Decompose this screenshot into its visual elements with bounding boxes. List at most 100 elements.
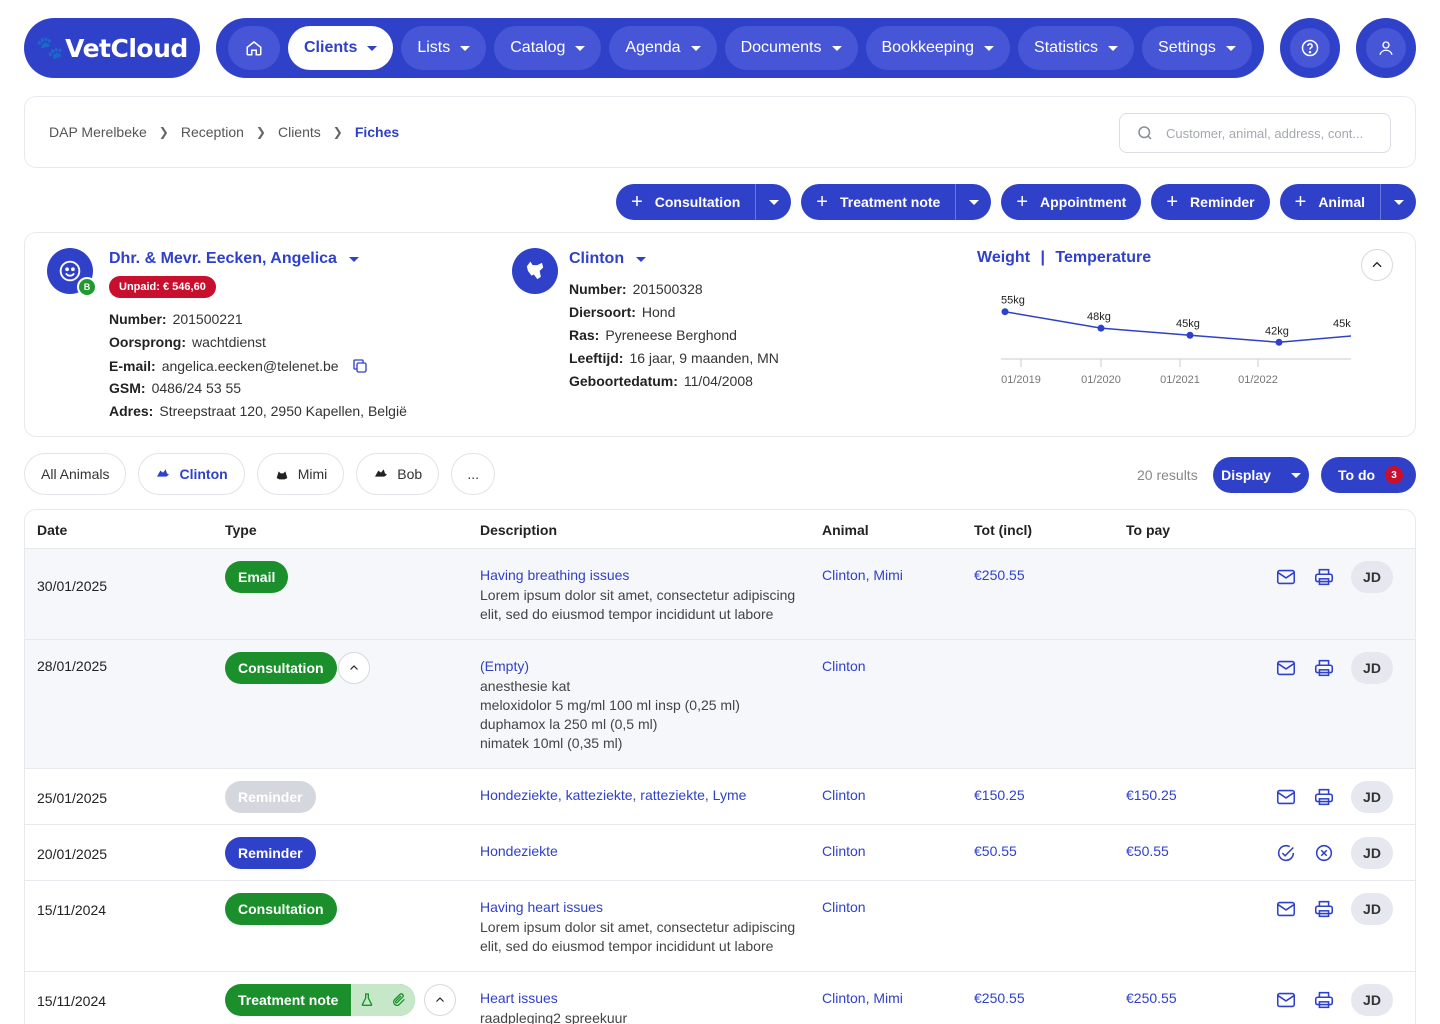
print-icon[interactable]	[1313, 898, 1335, 920]
table-row[interactable]: 30/01/2025 Email Having breathing issues…	[25, 549, 1415, 640]
breadcrumb-item[interactable]: DAP Merelbeke	[49, 124, 147, 140]
col-description[interactable]: Description	[480, 522, 557, 538]
plus-icon: +	[1016, 191, 1029, 213]
vetcloud-logo[interactable]: 🐾 VetCloud	[24, 18, 200, 78]
description-title[interactable]: Hondeziekte, katteziekte, ratteziekte, L…	[480, 787, 746, 803]
client-name-dropdown[interactable]: Dhr. & Mevr. Eecken, Angelica	[109, 250, 359, 268]
filter-animal-bob[interactable]: Bob	[356, 453, 440, 495]
table-row[interactable]: 25/01/2025 Reminder Hondeziekte, kattezi…	[25, 769, 1415, 825]
add-treatment-note-button[interactable]: + Treatment note	[801, 184, 955, 220]
description-title[interactable]: (Empty)	[480, 658, 740, 674]
filter-animal-mimi[interactable]: Mimi	[256, 453, 345, 495]
animal-number: Number: 201500328	[569, 281, 703, 297]
filter-more-button[interactable]: ...	[451, 453, 496, 495]
animal-age: Leeftijd: 16 jaar, 9 maanden, MN	[569, 350, 779, 366]
display-dropdown[interactable]: Display	[1213, 457, 1309, 493]
row-total: €250.55	[974, 990, 1025, 1006]
cat-icon	[276, 471, 288, 480]
unpaid-badge[interactable]: Unpaid: € 546,60	[109, 276, 216, 298]
col-to-pay[interactable]: To pay	[1126, 522, 1170, 538]
nav-catalog[interactable]: Catalog	[494, 26, 602, 70]
user-icon	[1379, 41, 1393, 55]
description-title[interactable]: Having heart issues	[480, 899, 795, 915]
table-row[interactable]: 15/11/2024 Consultation Having heart iss…	[25, 881, 1415, 972]
user-initials-badge[interactable]: JD	[1351, 561, 1393, 593]
col-total[interactable]: Tot (incl)	[974, 522, 1032, 538]
nav-statistics[interactable]: Statistics	[1018, 26, 1135, 70]
col-animal[interactable]: Animal	[822, 522, 869, 538]
animal-split-button: + Animal	[1279, 184, 1416, 220]
row-animal[interactable]: Clinton	[822, 843, 866, 859]
filter-all-animals[interactable]: All Animals	[24, 453, 127, 495]
print-icon[interactable]	[1313, 786, 1335, 808]
check-icon[interactable]	[1275, 842, 1297, 864]
description-title[interactable]: Having breathing issues	[480, 567, 795, 583]
mail-icon[interactable]	[1275, 786, 1297, 808]
user-initials-badge[interactable]: JD	[1351, 893, 1393, 925]
collapse-card-button[interactable]	[1361, 249, 1393, 281]
type-badge: Treatment note	[225, 984, 416, 1016]
print-icon[interactable]	[1313, 566, 1335, 588]
mail-icon[interactable]	[1275, 898, 1297, 920]
animal-name-dropdown[interactable]: Clinton	[569, 250, 647, 268]
home-button[interactable]	[228, 26, 280, 70]
temperature-tab[interactable]: Temperature	[1055, 249, 1151, 266]
plus-icon: +	[1294, 191, 1307, 213]
mail-icon[interactable]	[1275, 657, 1297, 679]
nav-documents[interactable]: Documents	[724, 26, 858, 70]
search-input[interactable]	[1166, 125, 1376, 141]
copy-icon[interactable]	[351, 357, 369, 375]
col-date[interactable]: Date	[37, 522, 67, 538]
consultation-dropdown[interactable]	[755, 184, 791, 220]
row-animal[interactable]: Clinton, Mimi	[822, 990, 903, 1006]
user-initials-badge[interactable]: JD	[1351, 984, 1393, 1016]
weight-chart: 01/2019 01/2020 01/2021 01/2022 55kg 48kg 45kg…	[1001, 295, 1351, 386]
add-consultation-button[interactable]: + Consultation	[616, 184, 755, 220]
mail-icon[interactable]	[1275, 989, 1297, 1011]
help-button[interactable]	[1280, 18, 1340, 78]
chevron-down-icon	[1393, 199, 1404, 205]
breadcrumb-item[interactable]: Clients	[278, 124, 321, 140]
expand-row-button[interactable]	[424, 984, 456, 1016]
todo-button[interactable]: To do 3	[1321, 457, 1416, 493]
weight-tab[interactable]: Weight	[977, 249, 1030, 266]
expand-row-button[interactable]	[338, 652, 370, 684]
row-animal[interactable]: Clinton	[822, 658, 866, 674]
table-row[interactable]: 28/01/2025 Consultation (Empty) anesthes…	[25, 640, 1415, 769]
animal-avatar	[512, 248, 558, 294]
nav-clients[interactable]: Clients	[288, 26, 394, 70]
print-icon[interactable]	[1313, 989, 1335, 1011]
add-reminder-button[interactable]: + Reminder	[1151, 184, 1270, 220]
table-row[interactable]: 20/01/2025 Reminder Hondeziekte Clinton …	[25, 825, 1415, 881]
table-row[interactable]: 15/11/2024 Treatment note Heart issues r…	[25, 972, 1415, 1024]
filter-animal-clinton[interactable]: Clinton	[138, 453, 245, 495]
chevron-down-icon	[768, 199, 779, 205]
nav-settings[interactable]: Settings	[1142, 26, 1252, 70]
description-title[interactable]: Heart issues	[480, 990, 627, 1006]
row-animal[interactable]: Clinton	[822, 899, 866, 915]
add-animal-button[interactable]: + Animal	[1280, 184, 1380, 220]
print-icon[interactable]	[1313, 657, 1335, 679]
type-badge: Reminder	[225, 781, 316, 813]
breadcrumb-item[interactable]: Reception	[181, 124, 244, 140]
treatment-note-split-button: + Treatment note	[801, 184, 992, 220]
nav-agenda[interactable]: Agenda	[609, 26, 717, 70]
description-title[interactable]: Hondeziekte	[480, 843, 558, 859]
cancel-icon[interactable]	[1313, 842, 1335, 864]
nav-lists[interactable]: Lists	[401, 26, 487, 70]
animal-dropdown[interactable]	[1380, 184, 1416, 220]
row-date: 20/01/2025	[37, 846, 108, 862]
row-animal[interactable]: Clinton	[822, 787, 866, 803]
treatment-note-dropdown[interactable]	[955, 184, 991, 220]
nav-bookkeeping[interactable]: Bookkeeping	[865, 26, 1011, 70]
add-appointment-button[interactable]: + Appointment	[1001, 184, 1142, 220]
mail-icon[interactable]	[1275, 566, 1297, 588]
user-profile-button[interactable]	[1356, 18, 1416, 78]
row-animal[interactable]: Clinton, Mimi	[822, 567, 903, 583]
row-date: 15/11/2024	[37, 902, 107, 918]
user-initials-badge[interactable]: JD	[1351, 837, 1393, 869]
col-type[interactable]: Type	[225, 522, 257, 538]
user-initials-badge[interactable]: JD	[1351, 781, 1393, 813]
breadcrumb-current: Fiches	[354, 124, 400, 140]
user-initials-badge[interactable]: JD	[1351, 652, 1393, 684]
